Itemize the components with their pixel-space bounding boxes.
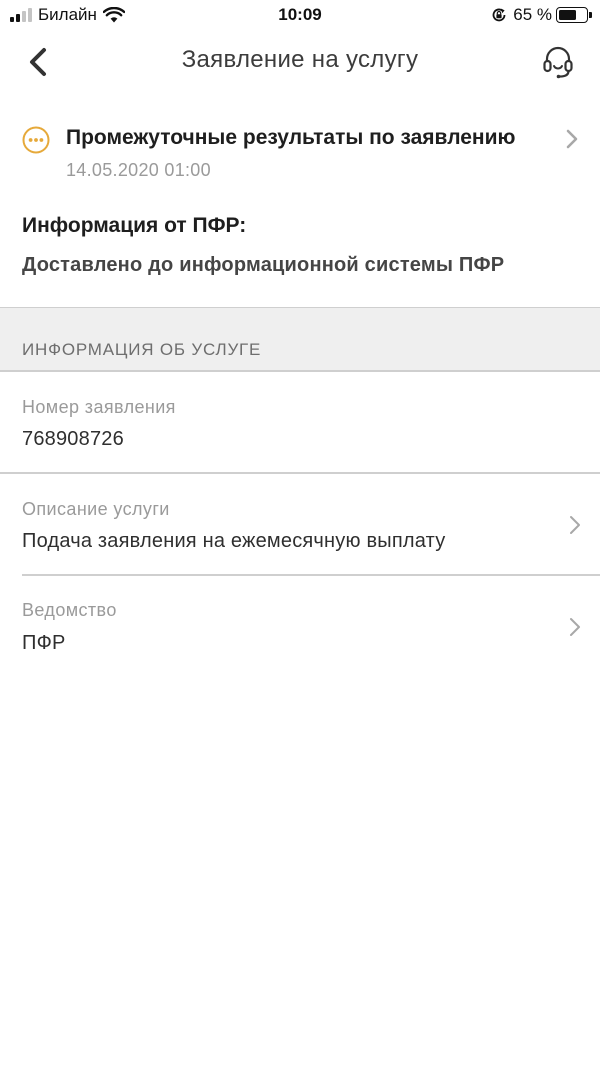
battery-cap [589,12,592,18]
detail-value: 768908726 [22,428,124,450]
detail-row-service-description[interactable]: Описание услуги Подача заявления на ежем… [0,474,600,574]
section-header-title: ИНФОРМАЦИЯ ОБ УСЛУГЕ [22,340,262,359]
battery-percent: 65 % [513,5,552,24]
page-title: Заявление на услугу [181,46,419,73]
chevron-right-icon [570,618,580,636]
detail-label: Номер заявления [22,397,176,417]
detail-row-department[interactable]: Ведомство ПФР [0,576,600,676]
detail-value: Подача заявления на ежемесячную выплату [22,530,446,552]
status-bar: Билайн 10:09 65 % [0,0,600,32]
detail-value: ПФР [22,632,66,654]
info-value: Доставлено до информационной системы ПФР [22,254,505,276]
detail-label: Ведомство [22,600,117,620]
chevron-right-icon [566,129,578,149]
headset-icon [543,46,573,79]
status-title: Промежуточные результаты по заявлению [66,126,516,149]
support-button[interactable] [538,42,578,82]
rotation-lock-icon [492,8,506,22]
detail-label: Описание услуги [22,499,170,519]
navigation-bar: Заявление на услугу [0,32,600,92]
chevron-right-icon [570,516,580,534]
battery-icon [556,7,592,23]
application-status-row[interactable]: Промежуточные результаты по заявлению 14… [0,118,600,188]
ellipsis-circle-icon [22,126,50,154]
info-label: Информация от ПФР: [22,214,247,237]
status-bar-right: 65 % [491,5,592,25]
battery-fill [559,10,576,20]
detail-row-application-number: Номер заявления 768908726 [0,373,600,473]
status-date: 14.05.2020 01:00 [66,160,211,180]
section-header: ИНФОРМАЦИЯ ОБ УСЛУГЕ [0,307,600,372]
